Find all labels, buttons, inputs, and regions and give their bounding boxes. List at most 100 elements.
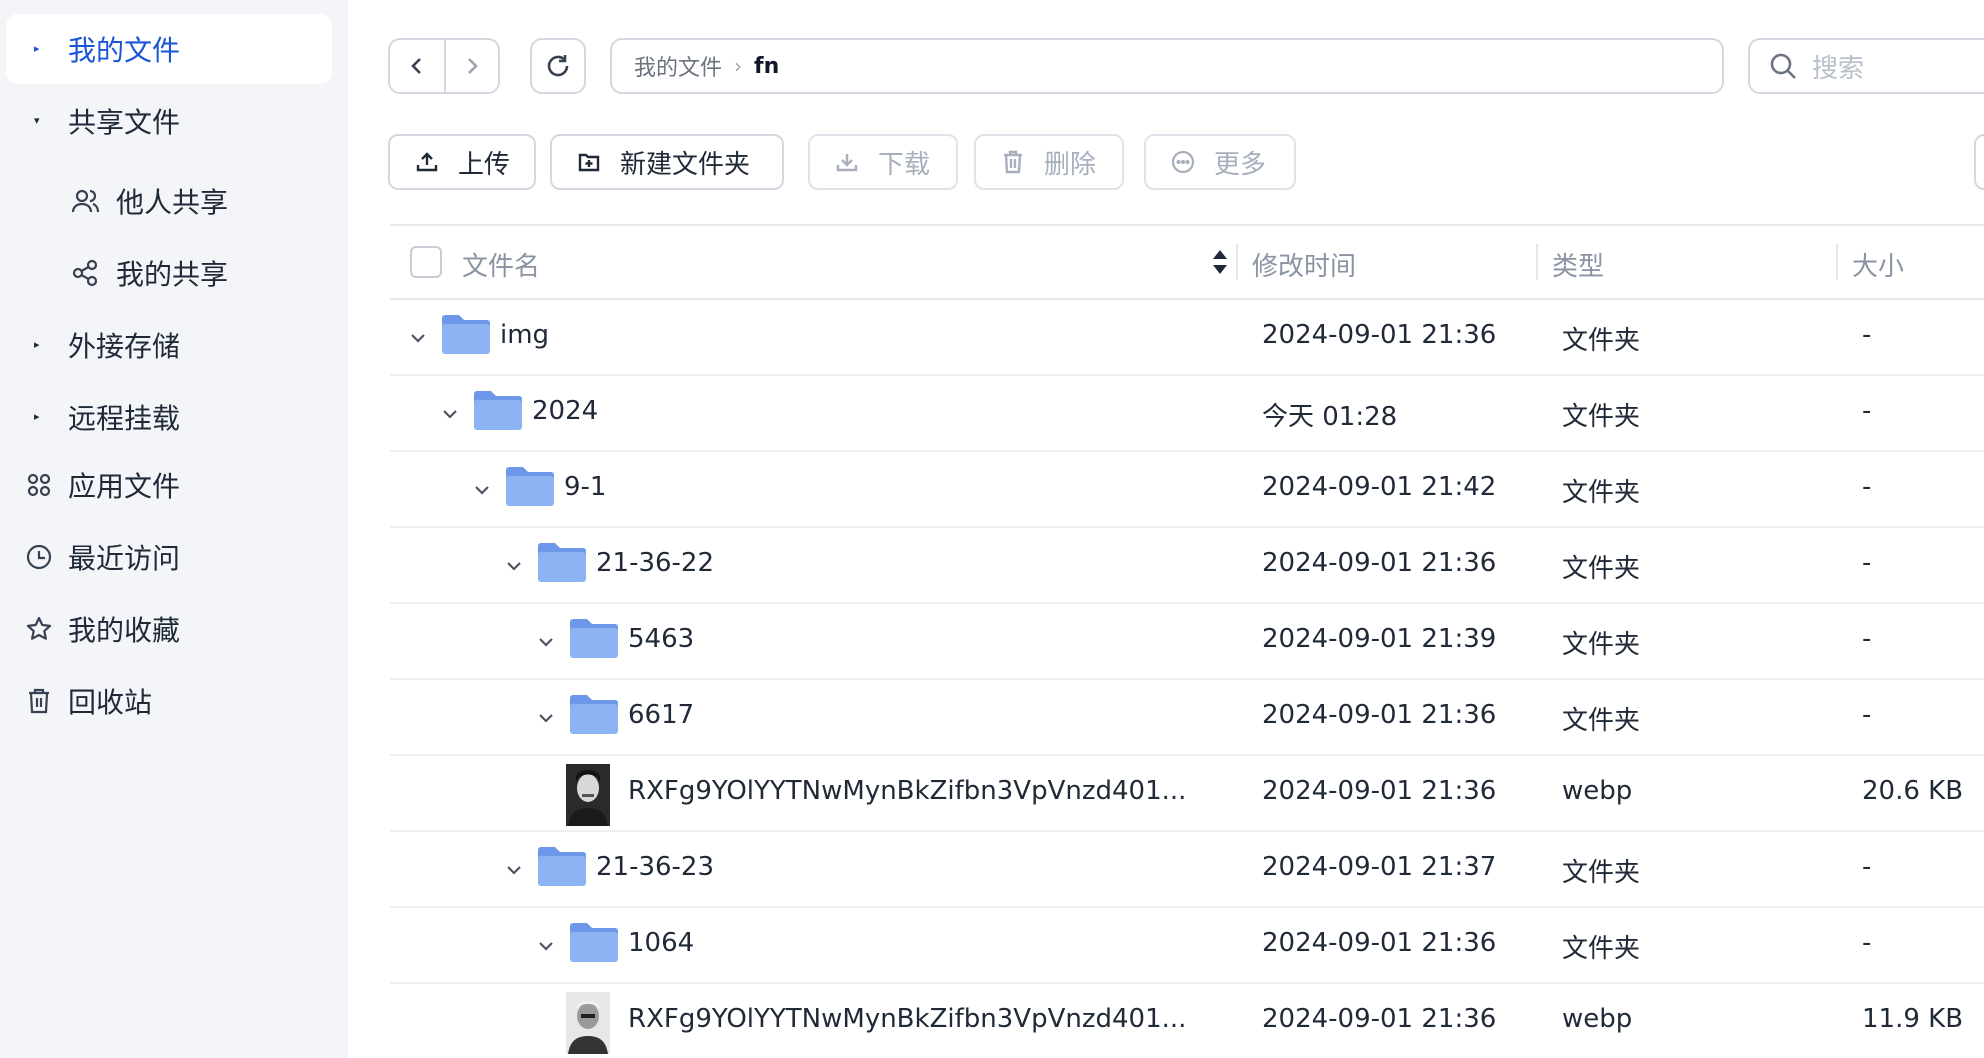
column-header-mtime[interactable]: 修改时间 (1252, 246, 1356, 283)
file-mtime: 2024-09-01 21:36 (1262, 700, 1497, 730)
trash-icon (1000, 149, 1026, 175)
table-row[interactable]: 9-1 2024-09-01 21:42 文件夹 - (390, 452, 1984, 528)
file-size: - (1862, 320, 1872, 350)
breadcrumb-current: fn (754, 53, 780, 79)
caret-right-icon: ▸ (34, 338, 40, 351)
file-type: 文件夹 (1562, 402, 1641, 432)
chevron-down-icon[interactable] (532, 628, 560, 656)
search-input[interactable]: 搜索 (1748, 38, 1984, 94)
file-type: 文件夹 (1562, 934, 1641, 964)
file-size: - (1862, 396, 1872, 426)
file-size: - (1862, 624, 1872, 654)
sidebar-item-shared-files[interactable]: ▾ 共享文件 (6, 86, 332, 156)
column-header-name[interactable]: 文件名 (462, 246, 540, 283)
file-size: - (1862, 472, 1872, 502)
sidebar-item-recent[interactable]: 最近访问 (6, 522, 332, 592)
sidebar-item-my-files[interactable]: ▸ 我的文件 (6, 14, 332, 84)
file-name[interactable]: 1064 (628, 928, 694, 958)
select-all-checkbox[interactable] (410, 246, 442, 278)
refresh-button[interactable] (530, 38, 586, 94)
column-header-size[interactable]: 大小 (1852, 246, 1904, 283)
breadcrumb-root[interactable]: 我的文件 (634, 50, 722, 82)
file-name[interactable]: 21-36-23 (596, 852, 714, 882)
chevron-down-icon[interactable] (532, 932, 560, 960)
file-type: 文件夹 (1562, 858, 1641, 888)
sort-icon[interactable] (1212, 246, 1228, 278)
file-mtime: 2024-09-01 21:36 (1262, 548, 1497, 578)
file-type: 文件夹 (1562, 630, 1641, 660)
table-row[interactable]: 21-36-23 2024-09-01 21:37 文件夹 - (390, 832, 1984, 908)
file-type: 文件夹 (1562, 326, 1641, 356)
file-name[interactable]: 2024 (532, 396, 598, 426)
new-folder-label: 新建文件夹 (620, 149, 751, 180)
delete-button[interactable]: 删除 (974, 134, 1124, 190)
column-divider[interactable] (1236, 244, 1238, 280)
sidebar-item-external-storage[interactable]: ▸ 外接存储 (6, 310, 332, 380)
file-table-body: img 2024-09-01 21:36 文件夹 - 2024 今天 01:28… (390, 300, 1984, 1058)
table-row[interactable]: RXFg9YOlYYTNwMynBkZifbn3VpVnzd401... 202… (390, 984, 1984, 1058)
file-name[interactable]: 9-1 (564, 472, 606, 502)
sidebar-item-label: 外接存储 (68, 330, 181, 363)
apps-icon (24, 470, 54, 500)
new-folder-button[interactable]: 新建文件夹 (550, 134, 784, 190)
file-size: 11.9 KB (1862, 1004, 1964, 1034)
file-size: 20.6 KB (1862, 776, 1964, 806)
file-type: webp (1562, 776, 1633, 806)
file-name[interactable]: 6617 (628, 700, 694, 730)
file-type: webp (1562, 1004, 1633, 1034)
sidebar: ▸ 我的文件 ▾ 共享文件 他人共享 我的共享 ▸ 外接存储 ▸ 远程挂载 应用… (0, 0, 348, 1058)
table-row[interactable]: 1064 2024-09-01 21:36 文件夹 - (390, 908, 1984, 984)
chevron-down-icon[interactable] (500, 856, 528, 884)
image-thumbnail (566, 992, 610, 1054)
file-type: 文件夹 (1562, 478, 1641, 508)
table-row[interactable]: 2024 今天 01:28 文件夹 - (390, 376, 1984, 452)
file-name[interactable]: 21-36-22 (596, 548, 714, 578)
table-row[interactable]: 21-36-22 2024-09-01 21:36 文件夹 - (390, 528, 1984, 604)
sidebar-item-label: 我的文件 (68, 34, 181, 67)
sidebar-item-trash[interactable]: 回收站 (6, 666, 332, 736)
view-toggle-button[interactable] (1974, 134, 1984, 190)
chevron-right-icon: › (734, 54, 743, 78)
chevron-down-icon[interactable] (532, 704, 560, 732)
sidebar-item-label: 我的共享 (116, 258, 229, 291)
trash-icon (24, 686, 54, 716)
column-divider[interactable] (1536, 244, 1538, 280)
file-size: - (1862, 700, 1872, 730)
sidebar-item-favorites[interactable]: 我的收藏 (6, 594, 332, 664)
column-divider[interactable] (1836, 244, 1838, 280)
column-header-type[interactable]: 类型 (1552, 246, 1604, 283)
upload-button[interactable]: 上传 (388, 134, 536, 190)
file-name[interactable]: RXFg9YOlYYTNwMynBkZifbn3VpVnzd401... (628, 1004, 1186, 1034)
sidebar-item-my-shares[interactable]: 我的共享 (6, 238, 332, 308)
file-type: 文件夹 (1562, 706, 1641, 736)
table-row[interactable]: 6617 2024-09-01 21:36 文件夹 - (390, 680, 1984, 756)
upload-icon (414, 149, 440, 175)
caret-right-icon: ▸ (34, 410, 40, 423)
sidebar-item-shared-with-me[interactable]: 他人共享 (6, 166, 332, 236)
file-size: - (1862, 852, 1872, 882)
sidebar-item-app-files[interactable]: 应用文件 (6, 450, 332, 520)
table-row[interactable]: img 2024-09-01 21:36 文件夹 - (390, 300, 1984, 376)
folder-plus-icon (576, 149, 602, 175)
chevron-down-icon[interactable] (500, 552, 528, 580)
chevron-down-icon[interactable] (468, 476, 496, 504)
file-name[interactable]: 5463 (628, 624, 694, 654)
chevron-down-icon[interactable] (404, 324, 432, 352)
back-button[interactable] (390, 40, 444, 92)
sidebar-item-remote-mount[interactable]: ▸ 远程挂载 (6, 382, 332, 452)
table-row[interactable]: 5463 2024-09-01 21:39 文件夹 - (390, 604, 1984, 680)
file-name[interactable]: img (500, 320, 549, 350)
sidebar-item-label: 他人共享 (116, 186, 229, 219)
breadcrumb[interactable]: 我的文件 › fn (610, 38, 1724, 94)
forward-button[interactable] (444, 40, 498, 92)
file-mtime: 2024-09-01 21:42 (1262, 472, 1497, 502)
table-row[interactable]: RXFg9YOlYYTNwMynBkZifbn3VpVnzd401... 202… (390, 756, 1984, 832)
more-button[interactable]: 更多 (1144, 134, 1296, 190)
sidebar-item-label: 最近访问 (68, 542, 181, 575)
chevron-down-icon[interactable] (436, 400, 464, 428)
download-button[interactable]: 下载 (808, 134, 958, 190)
sidebar-item-label: 回收站 (68, 686, 153, 719)
more-icon (1170, 149, 1196, 175)
file-name[interactable]: RXFg9YOlYYTNwMynBkZifbn3VpVnzd401... (628, 776, 1186, 806)
table-header: 文件名 修改时间 类型 大小 (390, 226, 1984, 300)
